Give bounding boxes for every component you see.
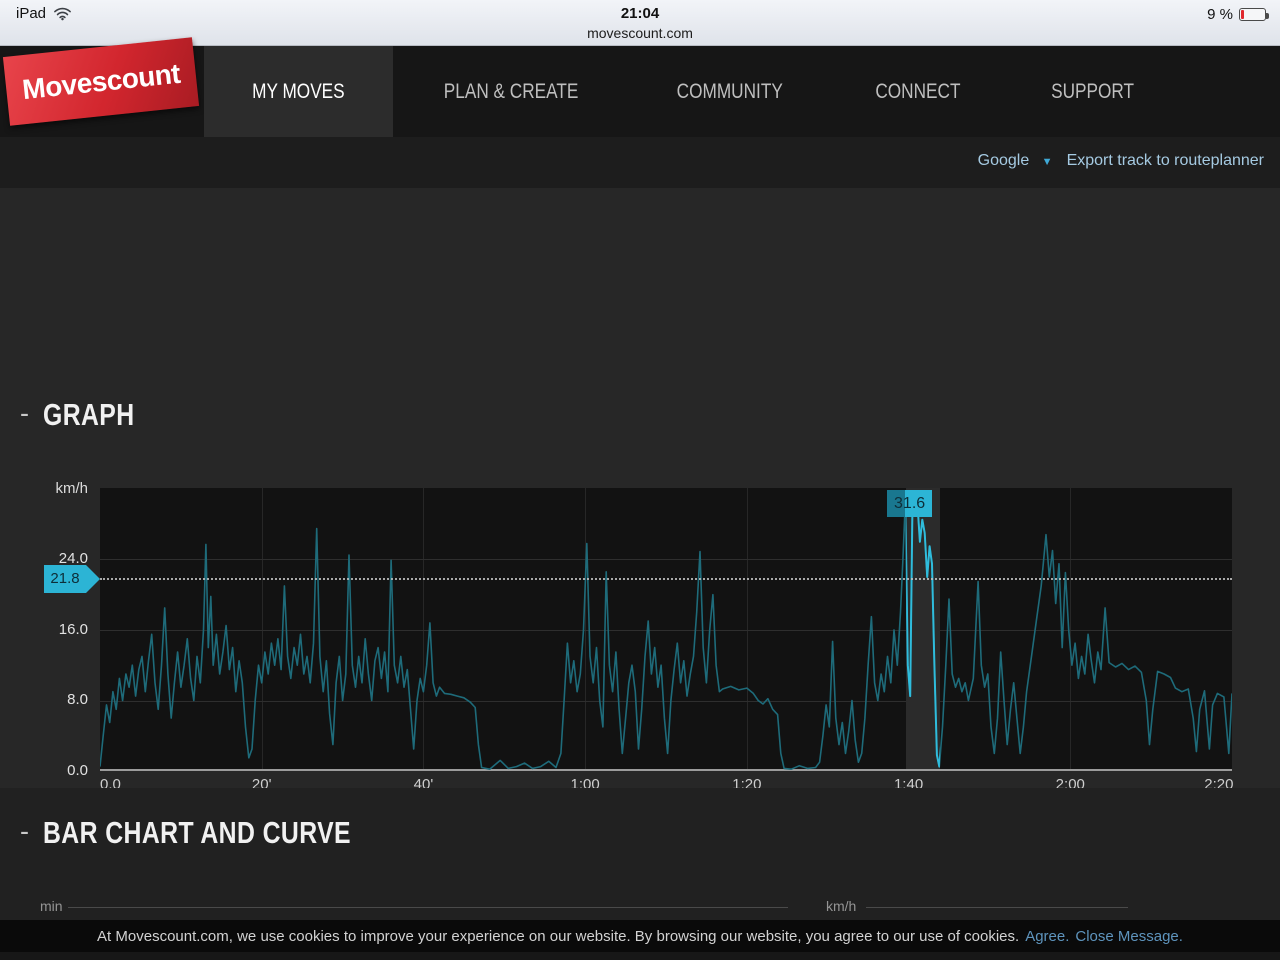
y-tick-label: 8.0 [40,691,88,708]
nav-tab-community[interactable]: COMMUNITY [629,46,831,137]
bar-chart-section: - BAR CHART AND CURVE min km/h [0,788,1280,920]
speed-chart-plot[interactable]: 31.6 [100,488,1232,771]
map-provider-dropdown[interactable]: Google ▼ [978,152,1053,170]
cookie-notice: At Movescount.com, we use cookies to imp… [0,920,1280,952]
bar-left-axis-unit: min [40,898,63,914]
graph-section-title: GRAPH [43,398,135,432]
map-provider-label: Google [978,152,1030,169]
axis-baseline [866,907,1128,908]
max-speed-tooltip: 31.6 [887,490,932,517]
cookie-agree-link[interactable]: Agree. [1025,928,1069,945]
movescount-page: iPad 21:04 movescount.com 9 % Movescount… [0,0,1280,960]
y-axis-unit: km/h [40,480,88,497]
logo-text: Movescount [21,57,182,105]
bar-section-title: BAR CHART AND CURVE [43,816,351,850]
battery-percent: 9 % [1207,6,1233,23]
average-speed-dotted-line [100,578,1232,580]
cookie-close-link[interactable]: Close Message. [1075,928,1183,945]
clock: 21:04 [0,5,1280,22]
export-track-link[interactable]: Export track to routeplanner [1067,152,1264,170]
page-background [0,952,1280,960]
collapse-section-icon[interactable]: - [20,398,29,428]
chevron-down-icon: ▼ [1042,156,1053,168]
graph-section: - GRAPH km/h 31.6 0.08.016.024.0 0.020'4… [0,188,1280,788]
cookie-text: At Movescount.com, we use cookies to imp… [97,928,1019,945]
y-tick-label: 16.0 [40,621,88,638]
average-speed-marker: 21.8 [44,565,100,593]
main-nav: Movescount MY MOVESPLAN & CREATECOMMUNIT… [0,46,1280,137]
bar-right-axis-unit: km/h [826,898,856,914]
battery-icon [1239,8,1266,21]
nav-tab-connect[interactable]: CONNECT [830,46,1006,137]
movescount-logo[interactable]: Movescount [3,37,199,125]
nav-tab-my-moves[interactable]: MY MOVES [204,46,393,137]
collapse-section-icon[interactable]: - [20,816,29,846]
nav-tabs: MY MOVESPLAN & CREATECOMMUNITYCONNECTSUP… [204,46,1179,137]
y-tick-label: 0.0 [40,762,88,779]
nav-tab-support[interactable]: SUPPORT [1006,46,1179,137]
map-toolbar: Google ▼ Export track to routeplanner [0,137,1280,188]
nav-tab-plan-create[interactable]: PLAN & CREATE [393,46,629,137]
axis-baseline [68,907,788,908]
speed-line [100,492,1232,769]
vertical-gridline [1232,488,1233,769]
